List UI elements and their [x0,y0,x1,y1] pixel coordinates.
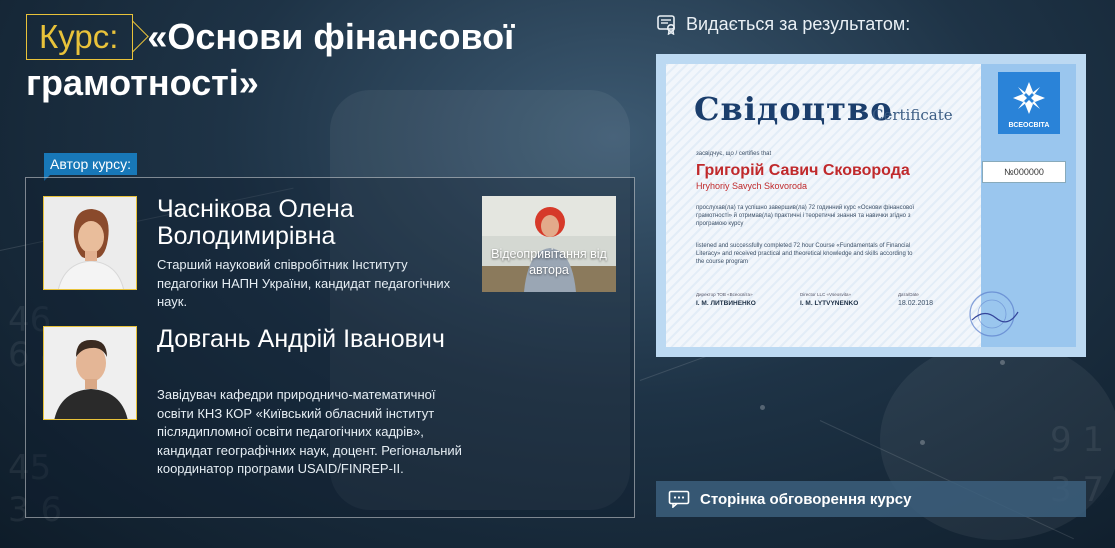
certificate-text-en: listened and successfully completed 72 h… [696,243,913,265]
certificate-title-en: Certificate [872,106,953,124]
author-description: Старший науковий співробітник Інституту … [157,257,451,309]
discussion-page-button[interactable]: Сторінка обговорення курсу [656,481,1086,517]
author-label: Автор курсу: [44,153,137,181]
recipient-name-latin: Hryhoriy Savych Skovoroda [696,181,808,191]
signer1-name: І. М. ЛИТВИНЕНКО [696,300,756,307]
signer2-name: I. M. LYTVYNENKO [800,300,859,307]
vseosvita-logo: ВСЕОСВІТА [998,72,1060,134]
author-photo [43,196,137,290]
certificate-number: №000000 [982,161,1066,183]
certificate-text-ua: прослухав(ла) та успішно завершив(ла) 72… [696,205,915,227]
certificate-heading: Видається за результатом: [656,13,910,35]
recipient-name: Григорій Савич Сковорода [696,162,910,179]
author-name: Часнікова Олена Володимирівна [157,195,354,250]
author-description: Завідувач кафедри природничо-математично… [157,387,462,476]
video-label: Відеопривітання від автора [491,247,607,277]
signer2-label: Director LLC «Vseosvita» [800,292,852,297]
certificate-icon [657,15,676,35]
course-header: Курс: «Основи фінансової грамотності» [26,14,626,106]
author-photo [43,326,137,420]
video-greeting[interactable]: Відеопривітання від автора [482,196,616,292]
certificate-date: 18.02.2018 [898,300,934,307]
certificate-heading-text: Видається за результатом: [686,13,911,34]
logo-text: ВСЕОСВІТА [1008,122,1050,129]
author-panel: Часнікова Олена Володимирівна Старший на… [25,177,635,518]
author-name: Довгань Андрій Іванович [157,325,445,353]
certificate-title-ua: Свідоцтво [694,90,893,128]
certificate-preview: ВСЕОСВІТА №000000 Свідоцтво Certificate … [656,54,1086,357]
course-tag: Курс: [26,14,134,60]
chat-icon [668,490,690,508]
discussion-button-label: Сторінка обговорення курсу [700,490,912,508]
signer1-label: Директор ТОВ «Всеосвіта» [696,292,753,297]
stamp-icon [969,291,1019,337]
certifies-text: засвідчує, що / certifies that [696,151,772,157]
date-label: Дата/Date [898,292,919,297]
